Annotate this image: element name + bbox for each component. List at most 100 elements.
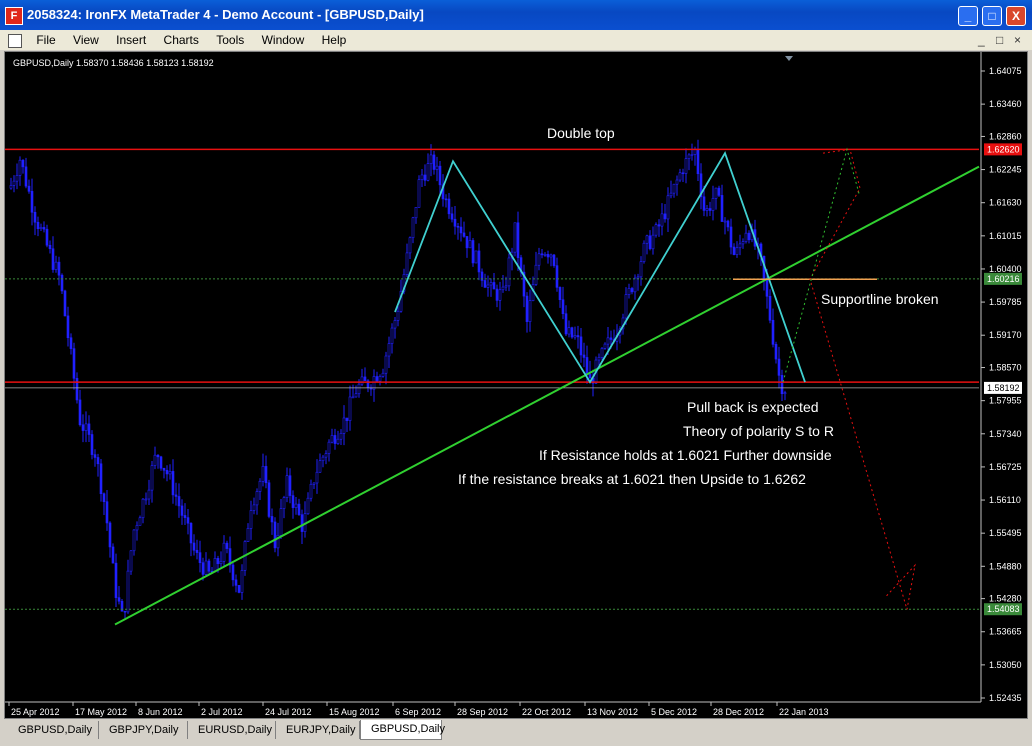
date-tick-label: 8 Jun 2012 <box>138 707 183 717</box>
candle-body <box>660 213 664 227</box>
candle-body <box>732 246 736 255</box>
resistance-breaks-label[interactable]: If the resistance breaks at 1.6021 then … <box>458 471 806 487</box>
candle-body <box>555 265 559 288</box>
mdi-minimize-button[interactable]: _ <box>978 33 985 47</box>
candle-body <box>12 180 16 186</box>
candle-body <box>639 261 643 278</box>
zigzag-line[interactable] <box>394 151 806 384</box>
candle-body <box>432 154 436 170</box>
candle-body <box>249 510 253 529</box>
candle-body <box>186 517 190 524</box>
tab-gbpusd-daily-1[interactable]: GBPUSD,Daily <box>8 721 99 739</box>
candle-body <box>300 514 304 532</box>
downside-projection[interactable] <box>809 148 916 610</box>
menu-help[interactable]: Help <box>315 30 354 50</box>
title-bar[interactable]: F 2058324: IronFX MetaTrader 4 - Demo Ac… <box>0 0 1032 30</box>
candle-body <box>216 558 220 565</box>
close-button[interactable]: X <box>1006 6 1026 26</box>
candle-body <box>198 552 202 563</box>
candle-body <box>714 187 718 199</box>
candle-body <box>624 294 628 319</box>
candle-body <box>51 248 55 270</box>
support-broken-label[interactable]: Supportline broken <box>821 291 939 307</box>
candle-body <box>168 471 172 475</box>
candle-body <box>702 196 706 211</box>
candle-body <box>240 570 244 593</box>
candle-body <box>546 254 550 258</box>
candle-body <box>231 564 235 581</box>
candle-body <box>585 357 589 375</box>
candle-body <box>411 217 415 239</box>
candle-body <box>90 434 94 455</box>
menu-charts[interactable]: Charts <box>157 30 206 50</box>
menu-file[interactable]: File <box>29 30 62 50</box>
candle-body <box>678 172 682 181</box>
candle-body <box>258 480 262 492</box>
candle-body <box>708 208 712 211</box>
candle-body <box>138 517 142 526</box>
double-top-label[interactable]: Double top <box>547 125 615 141</box>
candle-body <box>690 154 694 156</box>
menu-tools[interactable]: Tools <box>209 30 251 50</box>
candle-body <box>408 237 412 254</box>
resistance-holds-label[interactable]: If Resistance holds at 1.6021 Further do… <box>539 447 832 463</box>
tab-gbpjpy-daily[interactable]: GBPJPY,Daily <box>99 721 188 739</box>
candle-body <box>468 240 472 249</box>
candle-body <box>393 320 397 329</box>
polarity-label[interactable]: Theory of polarity S to R <box>683 423 834 439</box>
pullback-label[interactable]: Pull back is expected <box>687 399 819 415</box>
candle-body <box>150 465 154 491</box>
candle-body <box>681 172 685 175</box>
candle-body <box>273 521 277 549</box>
date-tick-label: 5 Dec 2012 <box>651 707 697 717</box>
upside-projection[interactable] <box>782 147 860 383</box>
candle-body <box>285 475 289 498</box>
candle-body <box>633 277 637 293</box>
candle-body <box>498 289 502 301</box>
candle-body <box>171 471 175 496</box>
candle-body <box>453 218 457 227</box>
shift-marker-icon[interactable] <box>785 56 793 61</box>
candle-body <box>162 467 166 471</box>
candle-body <box>105 501 109 524</box>
menu-insert[interactable]: Insert <box>109 30 153 50</box>
price-tick-label: 1.58570 <box>989 363 1022 373</box>
candle-body <box>747 232 751 241</box>
candle-body <box>36 221 40 230</box>
candle-body <box>384 355 388 374</box>
candle-body <box>663 213 667 220</box>
minimize-button[interactable]: _ <box>958 6 978 26</box>
candle-body <box>579 336 583 356</box>
candle-body <box>267 482 271 517</box>
candle-body <box>576 335 580 338</box>
candle-body <box>177 496 181 507</box>
candle-body <box>201 562 205 575</box>
mdi-restore-button[interactable]: □ <box>996 33 1003 47</box>
candle-body <box>603 343 607 349</box>
candle-body <box>729 226 733 248</box>
menu-window[interactable]: Window <box>255 30 312 50</box>
tab-eurusd-daily[interactable]: EURUSD,Daily <box>188 721 276 739</box>
menu-view[interactable]: View <box>66 30 106 50</box>
candle-body <box>735 247 739 255</box>
candle-body <box>21 159 25 168</box>
trend-line[interactable] <box>114 165 980 626</box>
chart-window[interactable]: GBPUSD,Daily 1.58370 1.58436 1.58123 1.5… <box>4 51 1028 719</box>
tab-gbpusd-daily-active[interactable]: GBPUSD,Daily <box>360 720 445 740</box>
maximize-button[interactable]: □ <box>982 6 1002 26</box>
price-tick-label: 1.62860 <box>989 131 1022 141</box>
candle-body <box>165 469 169 475</box>
candle-body <box>96 457 100 465</box>
mdi-close-button[interactable]: × <box>1014 33 1021 47</box>
candle-body <box>726 220 730 228</box>
candle-body <box>606 337 610 345</box>
candle-body <box>684 158 688 174</box>
candle-body <box>513 222 517 253</box>
candle-body <box>264 466 268 484</box>
tab-eurjpy-daily[interactable]: EURJPY,Daily <box>276 721 360 739</box>
candle-body <box>66 315 70 339</box>
candle-body <box>537 253 541 266</box>
candle-body <box>429 154 433 164</box>
price-chart[interactable]: GBPUSD,Daily 1.58370 1.58436 1.58123 1.5… <box>5 52 1027 718</box>
document-icon[interactable] <box>8 34 22 48</box>
